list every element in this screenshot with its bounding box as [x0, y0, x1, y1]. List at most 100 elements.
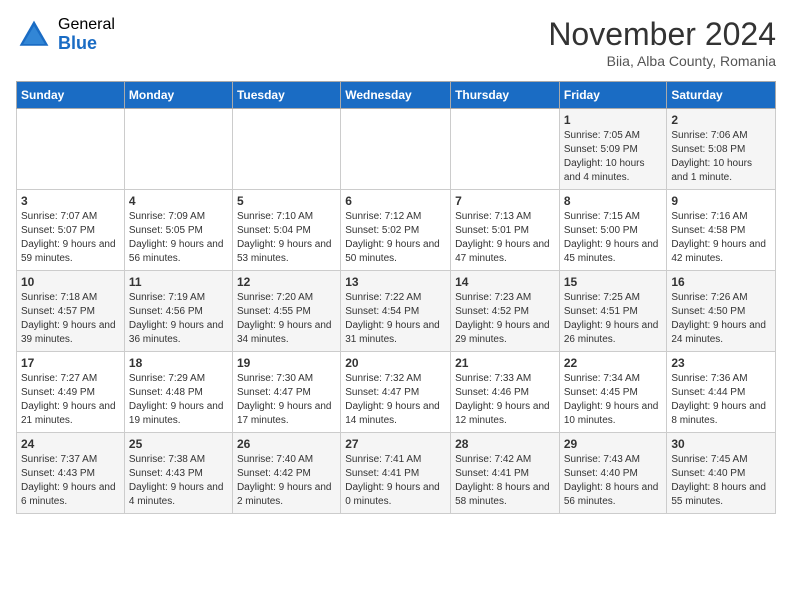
logo-icon — [16, 17, 52, 53]
day-number: 7 — [455, 194, 555, 208]
day-number: 21 — [455, 356, 555, 370]
day-info: Sunrise: 7:13 AM Sunset: 5:01 PM Dayligh… — [455, 210, 555, 266]
day-info: Sunrise: 7:30 AM Sunset: 4:47 PM Dayligh… — [237, 372, 336, 428]
calendar-cell: 27 Sunrise: 7:41 AM Sunset: 4:41 PM Dayli… — [341, 433, 451, 514]
day-number: 4 — [129, 194, 228, 208]
day-info: Sunrise: 7:09 AM Sunset: 5:05 PM Dayligh… — [129, 210, 228, 266]
day-info: Sunrise: 7:12 AM Sunset: 5:02 PM Dayligh… — [345, 210, 446, 266]
calendar-cell: 3Sunrise: 7:07 AM Sunset: 5:07 PM Daylig… — [17, 190, 125, 271]
day-info: Sunrise: 7:23 AM Sunset: 4:52 PM Dayligh… — [455, 291, 555, 347]
calendar-week-row: 24 Sunrise: 7:37 AM Sunset: 4:43 PM Dayli… — [17, 433, 776, 514]
day-info: Sunrise: 7:45 AM Sunset: 4:40 PM Dayligh… — [671, 453, 771, 509]
day-number: 2 — [671, 113, 771, 127]
calendar-cell: 25Sunrise: 7:38 AM Sunset: 4:43 PM Dayli… — [124, 433, 232, 514]
calendar-week-row: 17Sunrise: 7:27 AM Sunset: 4:49 PM Dayli… — [17, 352, 776, 433]
calendar-cell: 7 Sunrise: 7:13 AM Sunset: 5:01 PM Daylig… — [451, 190, 560, 271]
day-info: Sunrise: 7:05 AM Sunset: 5:09 PM Dayligh… — [564, 129, 663, 185]
day-number: 15 — [564, 275, 663, 289]
day-info: Sunrise: 7:06 AM Sunset: 5:08 PM Dayligh… — [671, 129, 771, 185]
day-info: Sunrise: 7:18 AM Sunset: 4:57 PM Dayligh… — [21, 291, 120, 347]
calendar-cell: 22 Sunrise: 7:34 AM Sunset: 4:45 PM Dayli… — [559, 352, 667, 433]
day-info: Sunrise: 7:42 AM Sunset: 4:41 PM Dayligh… — [455, 453, 555, 509]
calendar-week-row: 10 Sunrise: 7:18 AM Sunset: 4:57 PM Dayli… — [17, 271, 776, 352]
day-info: Sunrise: 7:41 AM Sunset: 4:41 PM Dayligh… — [345, 453, 446, 509]
day-number: 26 — [237, 437, 336, 451]
day-number: 30 — [671, 437, 771, 451]
day-info: Sunrise: 7:40 AM Sunset: 4:42 PM Dayligh… — [237, 453, 336, 509]
calendar-cell: 20 Sunrise: 7:32 AM Sunset: 4:47 PM Dayli… — [341, 352, 451, 433]
day-number: 3 — [21, 194, 120, 208]
weekday-header: Wednesday — [341, 82, 451, 109]
day-number: 19 — [237, 356, 336, 370]
day-number: 8 — [564, 194, 663, 208]
day-number: 20 — [345, 356, 446, 370]
calendar-cell: 26 Sunrise: 7:40 AM Sunset: 4:42 PM Dayli… — [232, 433, 340, 514]
day-info: Sunrise: 7:37 AM Sunset: 4:43 PM Dayligh… — [21, 453, 120, 509]
calendar-cell — [232, 109, 340, 190]
day-number: 27 — [345, 437, 446, 451]
calendar-cell: 14Sunrise: 7:23 AM Sunset: 4:52 PM Dayli… — [451, 271, 560, 352]
calendar-cell: 2 Sunrise: 7:06 AM Sunset: 5:08 PM Daylig… — [667, 109, 776, 190]
day-info: Sunrise: 7:34 AM Sunset: 4:45 PM Dayligh… — [564, 372, 663, 428]
day-info: Sunrise: 7:43 AM Sunset: 4:40 PM Dayligh… — [564, 453, 663, 509]
calendar-cell — [451, 109, 560, 190]
day-number: 6 — [345, 194, 446, 208]
calendar-cell: 8 Sunrise: 7:15 AM Sunset: 5:00 PM Daylig… — [559, 190, 667, 271]
day-number: 11 — [129, 275, 228, 289]
day-number: 9 — [671, 194, 771, 208]
page-header: General Blue November 2024 Biia, Alba Co… — [16, 16, 776, 69]
logo-text: General Blue — [58, 16, 115, 53]
day-number: 16 — [671, 275, 771, 289]
calendar-cell: 5 Sunrise: 7:10 AM Sunset: 5:04 PM Daylig… — [232, 190, 340, 271]
day-number: 17 — [21, 356, 120, 370]
weekday-header: Tuesday — [232, 82, 340, 109]
day-info: Sunrise: 7:10 AM Sunset: 5:04 PM Dayligh… — [237, 210, 336, 266]
calendar-cell: 1Sunrise: 7:05 AM Sunset: 5:09 PM Daylig… — [559, 109, 667, 190]
day-info: Sunrise: 7:36 AM Sunset: 4:44 PM Dayligh… — [671, 372, 771, 428]
calendar-cell: 24 Sunrise: 7:37 AM Sunset: 4:43 PM Dayli… — [17, 433, 125, 514]
day-info: Sunrise: 7:16 AM Sunset: 4:58 PM Dayligh… — [671, 210, 771, 266]
day-number: 10 — [21, 275, 120, 289]
calendar-cell: 11 Sunrise: 7:19 AM Sunset: 4:56 PM Dayli… — [124, 271, 232, 352]
weekday-header: Thursday — [451, 82, 560, 109]
day-info: Sunrise: 7:22 AM Sunset: 4:54 PM Dayligh… — [345, 291, 446, 347]
day-info: Sunrise: 7:32 AM Sunset: 4:47 PM Dayligh… — [345, 372, 446, 428]
day-number: 13 — [345, 275, 446, 289]
logo: General Blue — [16, 16, 115, 53]
day-number: 23 — [671, 356, 771, 370]
day-number: 5 — [237, 194, 336, 208]
calendar-cell — [124, 109, 232, 190]
day-info: Sunrise: 7:20 AM Sunset: 4:55 PM Dayligh… — [237, 291, 336, 347]
calendar-cell: 17Sunrise: 7:27 AM Sunset: 4:49 PM Dayli… — [17, 352, 125, 433]
day-info: Sunrise: 7:19 AM Sunset: 4:56 PM Dayligh… — [129, 291, 228, 347]
day-info: Sunrise: 7:26 AM Sunset: 4:50 PM Dayligh… — [671, 291, 771, 347]
calendar-cell: 9 Sunrise: 7:16 AM Sunset: 4:58 PM Daylig… — [667, 190, 776, 271]
day-number: 18 — [129, 356, 228, 370]
calendar-cell — [341, 109, 451, 190]
day-number: 28 — [455, 437, 555, 451]
weekday-header: Monday — [124, 82, 232, 109]
day-info: Sunrise: 7:25 AM Sunset: 4:51 PM Dayligh… — [564, 291, 663, 347]
day-info: Sunrise: 7:29 AM Sunset: 4:48 PM Dayligh… — [129, 372, 228, 428]
calendar-header-row: SundayMondayTuesdayWednesdayThursdayFrid… — [17, 82, 776, 109]
calendar-cell: 29Sunrise: 7:43 AM Sunset: 4:40 PM Dayli… — [559, 433, 667, 514]
calendar-cell: 10 Sunrise: 7:18 AM Sunset: 4:57 PM Dayli… — [17, 271, 125, 352]
calendar-week-row: 3Sunrise: 7:07 AM Sunset: 5:07 PM Daylig… — [17, 190, 776, 271]
weekday-header: Saturday — [667, 82, 776, 109]
calendar-cell: 30 Sunrise: 7:45 AM Sunset: 4:40 PM Dayli… — [667, 433, 776, 514]
calendar-cell: 19 Sunrise: 7:30 AM Sunset: 4:47 PM Dayli… — [232, 352, 340, 433]
weekday-header: Friday — [559, 82, 667, 109]
location-title: Biia, Alba County, Romania — [548, 53, 776, 69]
calendar-cell: 15 Sunrise: 7:25 AM Sunset: 4:51 PM Dayli… — [559, 271, 667, 352]
day-info: Sunrise: 7:15 AM Sunset: 5:00 PM Dayligh… — [564, 210, 663, 266]
calendar-cell: 13 Sunrise: 7:22 AM Sunset: 4:54 PM Dayli… — [341, 271, 451, 352]
day-number: 12 — [237, 275, 336, 289]
day-number: 24 — [21, 437, 120, 451]
calendar-table: SundayMondayTuesdayWednesdayThursdayFrid… — [16, 81, 776, 514]
calendar-week-row: 1Sunrise: 7:05 AM Sunset: 5:09 PM Daylig… — [17, 109, 776, 190]
day-number: 22 — [564, 356, 663, 370]
calendar-cell: 12 Sunrise: 7:20 AM Sunset: 4:55 PM Dayli… — [232, 271, 340, 352]
logo-general: General — [58, 16, 115, 34]
title-area: November 2024 Biia, Alba County, Romania — [548, 16, 776, 69]
calendar-cell: 6 Sunrise: 7:12 AM Sunset: 5:02 PM Daylig… — [341, 190, 451, 271]
